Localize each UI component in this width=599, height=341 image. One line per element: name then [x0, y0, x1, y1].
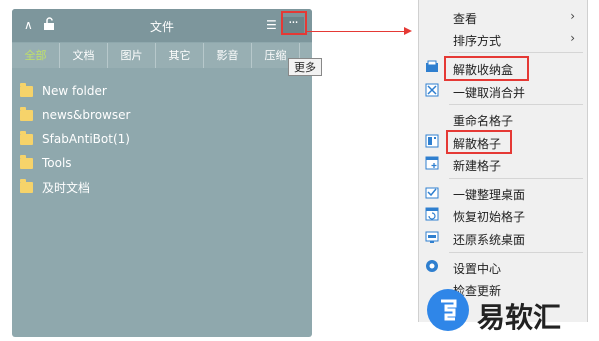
menu-item-organize-desktop[interactable]: 一键整理桌面 [419, 182, 587, 204]
more-button-highlight [281, 11, 307, 35]
more-tooltip: 更多 [288, 58, 322, 76]
fence-header: ∧ 文件 ☰ ··· [12, 9, 312, 42]
tab-documents[interactable]: 文档 [60, 43, 108, 68]
list-item[interactable]: news&browser [20, 103, 130, 127]
folder-icon [20, 130, 33, 145]
new-grid-icon [425, 156, 439, 170]
list-view-icon[interactable]: ☰ [266, 18, 277, 32]
file-list: New folder news&browser SfabAntiBot(1) T… [20, 79, 130, 199]
folder-icon [20, 82, 33, 97]
fence-tabs: 全部 文档 图片 其它 影音 压缩 [12, 43, 312, 68]
menu-item-settings[interactable]: 设置中心 [419, 256, 587, 278]
dissolve-grid-icon [425, 134, 439, 148]
system-desktop-icon [425, 231, 439, 243]
chevron-right-icon: › [570, 31, 575, 45]
desktop-fence: ∧ 文件 ☰ ··· 全部 文档 图片 其它 影音 压缩 New folder … [12, 9, 312, 337]
tab-images[interactable]: 图片 [108, 43, 156, 68]
tab-media[interactable]: 影音 [204, 43, 252, 68]
watermark: 易软汇 [427, 289, 587, 337]
menu-item-sort[interactable]: 排序方式 › [419, 28, 587, 50]
folder-icon [20, 154, 33, 169]
highlight-dissolve-box [444, 56, 529, 81]
menu-item-new-grid[interactable]: 新建格子 [419, 153, 587, 175]
folder-box-icon [426, 60, 438, 72]
menu-divider [449, 178, 583, 179]
tab-other[interactable]: 其它 [156, 43, 204, 68]
list-item[interactable]: SfabAntiBot(1) [20, 127, 130, 151]
menu-divider [449, 104, 583, 105]
unmerge-icon [425, 83, 439, 97]
organize-icon [425, 187, 439, 199]
restore-grid-icon [425, 207, 439, 221]
context-menu: 查看 › 排序方式 › 解散收纳盒 一键取消合并 重命名格子 解散格子 新建格子… [418, 0, 588, 322]
menu-item-restore-grid[interactable]: 恢复初始格子 [419, 204, 587, 226]
folder-icon [20, 178, 33, 193]
watermark-text: 易软汇 [477, 301, 562, 334]
menu-item-rename-grid[interactable]: 重命名格子 [419, 108, 587, 130]
tab-all[interactable]: 全部 [12, 43, 60, 68]
highlight-dissolve-grid [446, 130, 512, 154]
list-item[interactable]: New folder [20, 79, 130, 103]
pointer-arrow [307, 31, 404, 32]
menu-item-unmerge-all[interactable]: 一键取消合并 [419, 80, 587, 102]
list-item[interactable]: 及时文档 [20, 175, 130, 199]
chevron-right-icon: › [570, 9, 575, 23]
brand-logo-icon [427, 289, 469, 331]
menu-item-restore-system-desktop[interactable]: 还原系统桌面 [419, 227, 587, 249]
gear-icon [426, 260, 438, 272]
list-item[interactable]: Tools [20, 151, 130, 175]
menu-item-view[interactable]: 查看 › [419, 6, 587, 28]
menu-divider [449, 52, 583, 53]
folder-icon [20, 106, 33, 121]
pointer-arrow-head [404, 27, 412, 35]
menu-divider [449, 252, 583, 253]
